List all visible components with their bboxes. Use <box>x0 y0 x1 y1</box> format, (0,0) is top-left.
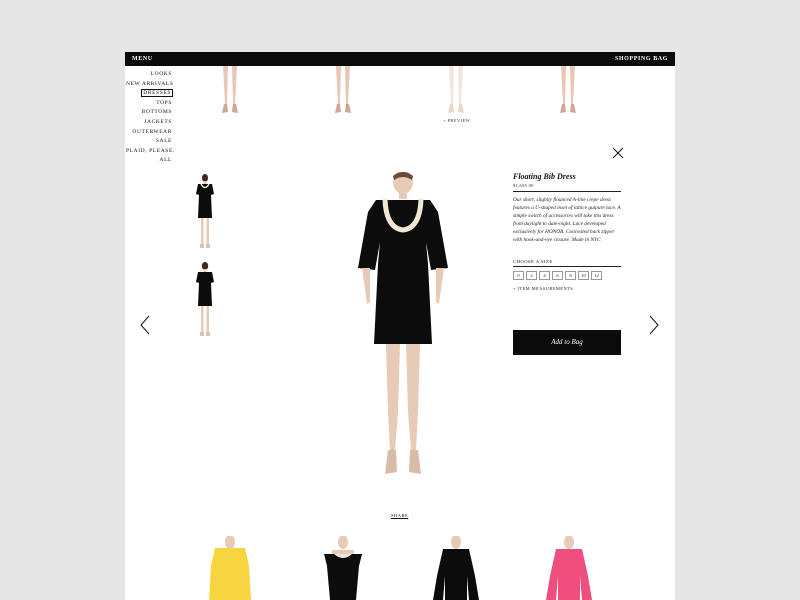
size-label: CHOOSE A SIZE <box>513 258 553 264</box>
size-option-4[interactable]: 4 <box>539 270 550 280</box>
size-selector: 0 2 4 6 8 10 12 <box>513 270 621 280</box>
item-measurements-link[interactable]: + ITEM MEASUREMENTS <box>513 286 621 291</box>
thumbnail-front[interactable] <box>191 174 219 254</box>
preview-link[interactable]: + PREVIEW <box>443 118 470 123</box>
grid-item-yellow-dress[interactable] <box>205 536 255 600</box>
nav-item-outerwear[interactable]: OUTERWEAR <box>125 128 173 138</box>
product-price: $1,695.00 <box>513 183 534 188</box>
grid-item-top-1[interactable] <box>217 66 243 116</box>
close-icon[interactable] <box>612 147 624 159</box>
divider <box>513 191 621 192</box>
previous-arrow-icon[interactable] <box>139 315 151 335</box>
share-link[interactable]: SHARE <box>391 513 408 518</box>
menu-button[interactable]: MENU <box>132 56 153 62</box>
grid-item-top-3[interactable] <box>443 66 469 116</box>
top-bar: MENU SHOPPING BAG <box>125 52 675 66</box>
grid-item-top-4[interactable] <box>555 66 581 116</box>
size-option-12[interactable]: 12 <box>591 270 602 280</box>
divider <box>513 265 621 267</box>
main-product-image <box>358 172 448 474</box>
size-option-8[interactable]: 8 <box>565 270 576 280</box>
grid-item-top-2[interactable] <box>330 66 356 116</box>
nav-item-jackets[interactable]: JACKETS <box>125 118 173 128</box>
side-nav: LOOKS NEW ARRIVALS DRESSES TOPS BOTTOMS … <box>125 70 174 166</box>
nav-item-sale[interactable]: SALE <box>125 137 173 147</box>
nav-item-looks[interactable]: LOOKS <box>125 70 173 80</box>
next-arrow-icon[interactable] <box>648 315 660 335</box>
size-option-0[interactable]: 0 <box>513 270 524 280</box>
size-option-6[interactable]: 6 <box>552 270 563 280</box>
add-to-bag-button[interactable]: Add to Bag <box>513 330 621 355</box>
product-title: Floating Bib Dress <box>513 172 576 181</box>
grid-item-off-shoulder-dress[interactable] <box>318 536 368 600</box>
nav-item-new-arrivals[interactable]: NEW ARRIVALS <box>125 80 173 90</box>
nav-item-tops[interactable]: TOPS <box>125 99 173 109</box>
product-details: Floating Bib Dress $1,695.00 Our short, … <box>513 172 621 291</box>
grid-item-black-bell-sleeve-dress[interactable] <box>431 536 481 600</box>
nav-item-plaid-please[interactable]: PLAID, PLEASE. <box>125 147 174 157</box>
size-option-2[interactable]: 2 <box>526 270 537 280</box>
nav-item-bottoms[interactable]: BOTTOMS <box>125 108 173 118</box>
thumbnail-back[interactable] <box>191 262 219 342</box>
shopping-bag-button[interactable]: SHOPPING BAG <box>615 56 668 62</box>
product-description: Our short, slightly flounced A-line crep… <box>513 197 621 244</box>
nav-item-dresses[interactable]: DRESSES <box>125 89 173 99</box>
grid-item-pink-bell-sleeve-dress[interactable] <box>544 536 594 600</box>
size-option-10[interactable]: 10 <box>578 270 589 280</box>
page: MENU SHOPPING BAG LOOKS NEW ARRIVALS DRE… <box>125 52 675 600</box>
nav-item-all[interactable]: ALL <box>125 156 173 166</box>
